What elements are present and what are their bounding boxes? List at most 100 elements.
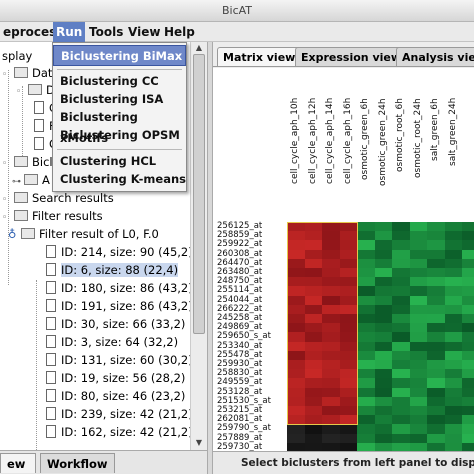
matrix-column-label: salt_green_6h: [430, 98, 440, 161]
tree-bicluster-item[interactable]: ID: 131, size: 60 (30,2): [46, 352, 193, 369]
matrix-column-label: cell_cycle_aph_12h: [307, 98, 318, 185]
tree-bicluster-item[interactable]: ID: 180, size: 86 (43,2): [46, 280, 193, 297]
window-titlebar: BicAT: [0, 0, 474, 22]
tree-item-label: ID: 214, size: 90 (45,2): [61, 245, 193, 259]
tree-filter-result-node[interactable]: ♁ Filter result of L0, F.0: [8, 226, 159, 243]
tree-item-label: ID: 239, size: 42 (21,2): [61, 407, 193, 421]
tree-item-label: ID: 6, size: 88 (22,4): [61, 263, 179, 277]
document-icon: [46, 425, 56, 438]
document-icon: [34, 137, 44, 150]
menu-view[interactable]: View: [125, 22, 163, 42]
document-icon: [46, 263, 56, 276]
document-icon: [34, 119, 44, 132]
expand-handle-icon[interactable]: ◦: [2, 67, 11, 84]
document-icon: [46, 317, 56, 330]
tree-a-label: A: [42, 173, 50, 187]
folder-icon: [24, 174, 38, 185]
document-icon: [46, 281, 56, 294]
menu-run[interactable]: Run: [53, 22, 86, 42]
left-bottom-tabs: ew Workflow: [0, 450, 207, 474]
menu-separator: [57, 149, 182, 150]
expand-handle-icon[interactable]: ◦: [2, 192, 11, 209]
document-icon: [34, 101, 44, 114]
scroll-up-arrow-icon[interactable]: ▲: [193, 43, 205, 53]
tree-item-label: ID: 191, size: 86 (43,2): [61, 299, 193, 313]
tree-item-label: ID: 180, size: 86 (43,2): [61, 281, 193, 295]
menu-separator: [57, 69, 182, 70]
folder-icon: [21, 228, 35, 239]
tree-display-root[interactable]: splay: [2, 48, 32, 65]
document-icon: [46, 245, 56, 258]
pin-icon[interactable]: ♁: [8, 226, 18, 243]
tab-analysis-view[interactable]: Analysis view: [396, 47, 474, 66]
expand-handle-icon[interactable]: ◦: [16, 84, 25, 101]
status-text: Select biclusters from left panel to dis…: [241, 457, 474, 469]
matrix-column-label: cell_cycle_aph_16h: [342, 98, 353, 185]
tree-filter-result-label: Filter result of L0, F.0: [39, 227, 159, 241]
folder-icon: [14, 192, 28, 203]
tree-guide-line: [8, 70, 9, 285]
folder-icon: [14, 67, 28, 78]
document-icon: [46, 299, 56, 312]
tab-divider: [213, 66, 474, 67]
matrix-column-label: cell_cycle_aph_10h: [290, 98, 300, 185]
tree-search-results-node[interactable]: ◦ Search results: [2, 190, 114, 207]
tree-display-label: splay: [2, 49, 33, 63]
tree-item-label: ID: 30, size: 66 (33,2): [61, 317, 186, 331]
menu-help[interactable]: Help: [161, 22, 198, 42]
tree-scrollbar-thumb[interactable]: [193, 54, 205, 334]
matrix-column-label: osmotic_green_24h: [377, 98, 388, 186]
bicluster-highlight-box: [287, 222, 358, 426]
run-menu-dropdown: Biclustering BiMax Biclustering CC Biclu…: [52, 42, 187, 192]
tree-bicluster-item[interactable]: ID: 191, size: 86 (43,2): [46, 298, 193, 315]
tree-item-label: ID: 80, size: 46 (23,2): [61, 389, 186, 403]
document-icon: [46, 407, 56, 420]
menu-tools[interactable]: Tools: [86, 22, 126, 42]
tab-matrix-view[interactable]: Matrix view: [217, 47, 302, 66]
scroll-down-arrow-icon[interactable]: ▼: [193, 438, 205, 448]
tab-view[interactable]: ew: [0, 453, 36, 473]
tree-bicluster-item-selected[interactable]: ID: 6, size: 88 (22,4): [46, 262, 179, 279]
tab-expression-view[interactable]: Expression view: [295, 47, 408, 66]
folder-icon: [14, 156, 28, 167]
document-icon: [46, 353, 56, 366]
matrix-column-label: salt_green_24h: [447, 98, 458, 167]
matrix-column-label: cell_cycle_aph_14h: [325, 98, 335, 185]
tree-filter-results-node[interactable]: ◦ Filter results: [2, 208, 103, 225]
folder-icon: [14, 210, 28, 221]
menu-item-biclustering-opsm[interactable]: Biclustering OPSM: [53, 125, 186, 146]
expand-handle-icon[interactable]: ⊶: [12, 174, 21, 191]
tree-bicluster-item[interactable]: ID: 30, size: 66 (33,2): [46, 316, 185, 333]
tree-bicluster-item[interactable]: ID: 239, size: 42 (21,2): [46, 406, 193, 423]
document-icon: [46, 335, 56, 348]
matrix-column-label: osmotic_green_6h: [360, 98, 370, 180]
expand-handle-icon[interactable]: ◦: [2, 210, 11, 227]
menu-item-clustering-kmeans[interactable]: Clustering K-means: [53, 169, 186, 190]
status-bar: Select biclusters from left panel to dis…: [213, 451, 474, 474]
folder-icon: [28, 84, 42, 95]
tree-bicluster-item[interactable]: ID: 19, size: 56 (28,2): [46, 370, 185, 387]
matrix-column-label: osmotic_root_24h: [412, 98, 423, 178]
expand-handle-icon[interactable]: ◦: [2, 156, 11, 173]
matrix-view[interactable]: cell_cycle_aph_10h cell_cycle_aph_12h cell…: [213, 68, 474, 474]
tree-bicluster-item[interactable]: ID: 80, size: 46 (23,2): [46, 388, 185, 405]
tree-item-label: ID: 19, size: 56 (28,2): [61, 371, 186, 385]
document-icon: [46, 389, 56, 402]
tree-bicluster-item[interactable]: ID: 214, size: 90 (45,2): [46, 244, 193, 261]
menubar: eprocess Run Tools View Help: [0, 22, 474, 42]
tree-search-results-label: Search results: [32, 191, 114, 205]
right-view-panel: Matrix view Expression view Analysis vie…: [213, 42, 474, 474]
tree-item-label: ID: 162, size: 42 (21,2): [61, 425, 193, 439]
tree-a-node[interactable]: ⊶ A: [12, 172, 50, 189]
tree-item-label: ID: 3, size: 64 (32,2): [61, 335, 179, 349]
document-icon: [46, 371, 56, 384]
tree-scrollbar[interactable]: ▲ ▼: [190, 42, 207, 450]
menu-item-biclustering-bimax[interactable]: Biclustering BiMax: [53, 45, 186, 66]
tree-filter-results-label: Filter results: [32, 209, 103, 223]
tab-workflow[interactable]: Workflow: [40, 453, 115, 473]
tree-bicluster-item[interactable]: ID: 3, size: 64 (32,2): [46, 334, 178, 351]
tree-guide-line: [36, 280, 37, 450]
matrix-column-label: osmotic_root_6h: [395, 98, 405, 172]
tree-bicluster-item[interactable]: ID: 162, size: 42 (21,2): [46, 424, 193, 441]
window-title: BicAT: [221, 4, 253, 17]
